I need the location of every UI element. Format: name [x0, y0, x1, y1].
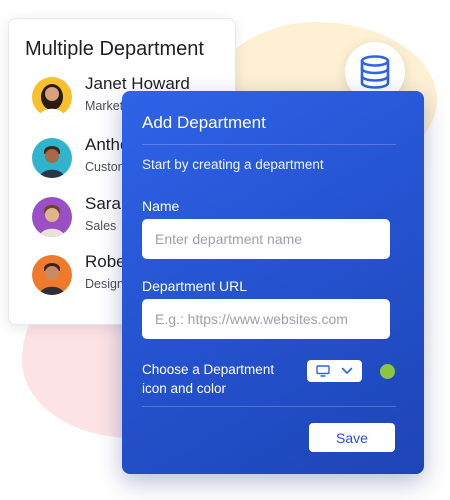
- add-department-dialog: Add Department Start by creating a depar…: [122, 91, 424, 474]
- color-swatch[interactable]: [380, 364, 395, 379]
- department-url-label: Department URL: [142, 278, 248, 294]
- divider: [142, 144, 396, 145]
- name-label: Name: [142, 198, 180, 214]
- dialog-subtitle: Start by creating a department: [142, 157, 324, 172]
- database-icon: [360, 55, 390, 89]
- department-name-input[interactable]: [142, 219, 390, 259]
- divider: [142, 406, 396, 407]
- chevron-down-icon: [341, 367, 353, 374]
- icon-color-label: Choose a Department icon and color: [142, 362, 275, 396]
- avatar: [32, 197, 72, 237]
- department-url-input[interactable]: [142, 299, 390, 339]
- icon-select-dropdown[interactable]: [307, 360, 362, 382]
- department-list-title: Multiple Department: [25, 38, 204, 60]
- member-role: Sales: [85, 219, 117, 233]
- member-role: Design: [85, 277, 124, 291]
- avatar: [32, 255, 72, 295]
- dialog-title: Add Department: [142, 113, 266, 132]
- avatar: [32, 77, 72, 117]
- monitor-icon: [316, 365, 330, 377]
- avatar: [32, 138, 72, 178]
- save-button[interactable]: Save: [309, 423, 395, 452]
